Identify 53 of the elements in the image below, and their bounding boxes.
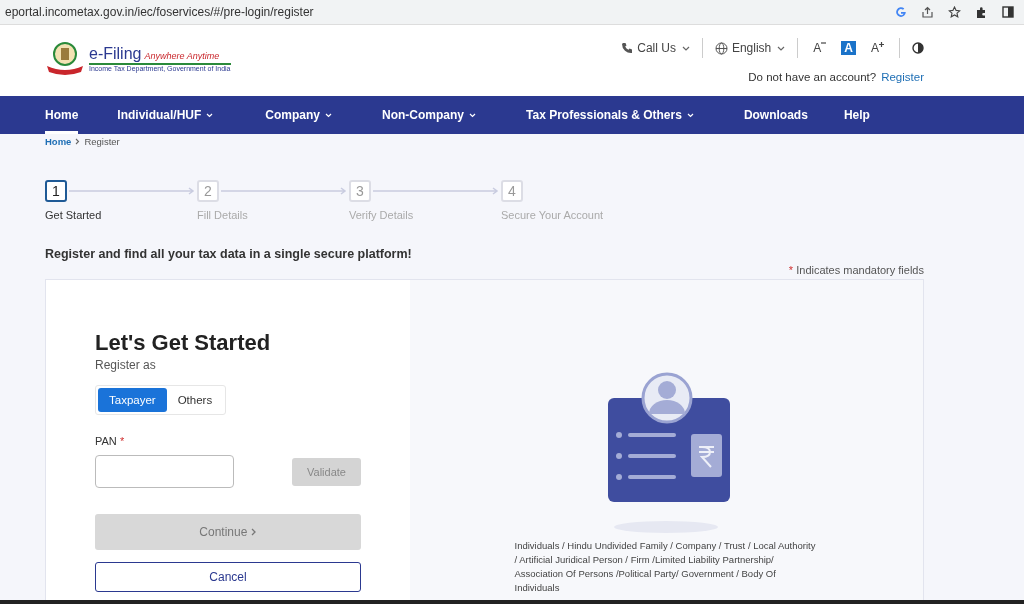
- nav-item[interactable]: Downloads: [743, 96, 808, 134]
- url-text[interactable]: eportal.incometax.gov.in/iec/foservices/#/pre-login/register: [5, 5, 314, 19]
- mandatory-note: Indicates mandatory fields: [796, 264, 924, 276]
- puzzle-icon[interactable]: [975, 5, 988, 19]
- step-number: 1: [45, 180, 67, 202]
- account-prompt: Do not have an account?: [748, 71, 877, 83]
- step-label: Secure Your Account: [501, 209, 605, 221]
- intro-text: Register and find all your tax data in a single secure platform!: [45, 247, 413, 261]
- step-label: Verify Details: [349, 209, 415, 221]
- increase-font-button[interactable]: A: [868, 41, 887, 55]
- share-icon[interactable]: [921, 5, 934, 19]
- decrease-font-button[interactable]: A: [810, 41, 830, 55]
- normal-font-button[interactable]: A: [841, 41, 856, 55]
- contrast-icon[interactable]: [912, 42, 924, 54]
- form-title: Let's Get Started: [95, 330, 271, 356]
- caret-icon: [681, 45, 690, 51]
- form-subtitle: Register as: [95, 358, 156, 372]
- emblem-icon: [45, 40, 85, 76]
- pan-label: PAN: [95, 435, 117, 447]
- step-label: Get Started: [45, 209, 103, 221]
- google-icon[interactable]: [895, 6, 907, 18]
- required-mark: *: [119, 435, 125, 447]
- nav-item[interactable]: Tax Professionals & Others: [526, 96, 694, 134]
- chevron-icon: [75, 138, 81, 145]
- nav-item[interactable]: Company: [265, 96, 333, 134]
- minus-icon: [821, 42, 827, 47]
- logo-tagline: Anywhere Anytime: [144, 50, 220, 61]
- nav-item[interactable]: Home: [45, 96, 79, 134]
- plus-icon: [879, 42, 884, 47]
- step-number: 2: [197, 180, 219, 202]
- pan-input[interactable]: [95, 455, 234, 488]
- language-dropdown[interactable]: English: [714, 41, 786, 55]
- caret-icon: [777, 45, 786, 51]
- phone-icon: [621, 42, 634, 54]
- entity-types-text: Individuals / Hindu Undivided Family / Company / Trust / Local Authority / Artificial Juridical Person / Firm /Limited Liability Partnership/ Association Of Persons /Political Party/ Government / Body Of Individuals: [514, 539, 817, 595]
- register-link[interactable]: Register: [881, 71, 924, 83]
- nav-item[interactable]: Non-Company: [382, 96, 477, 134]
- chevron-icon: [250, 528, 257, 536]
- nav-item[interactable]: Help: [843, 96, 870, 134]
- step-label: Fill Details: [197, 209, 249, 221]
- required-mark: *: [788, 264, 794, 276]
- star-icon[interactable]: [948, 5, 961, 19]
- call-us-button[interactable]: Call Us: [621, 41, 690, 55]
- breadcrumb-current: Register: [84, 136, 120, 147]
- cancel-button[interactable]: Cancel: [95, 562, 361, 592]
- register-as-option[interactable]: Taxpayer: [98, 388, 167, 412]
- step-number: 3: [349, 180, 371, 202]
- breadcrumb-link[interactable]: Home: [45, 136, 72, 147]
- globe-icon: [714, 41, 728, 55]
- nav-item[interactable]: Individual/HUF: [117, 96, 214, 134]
- step-number: 4: [501, 180, 523, 202]
- sidebar-icon[interactable]: [1002, 6, 1014, 18]
- logo-title: e-Filing: [89, 44, 142, 63]
